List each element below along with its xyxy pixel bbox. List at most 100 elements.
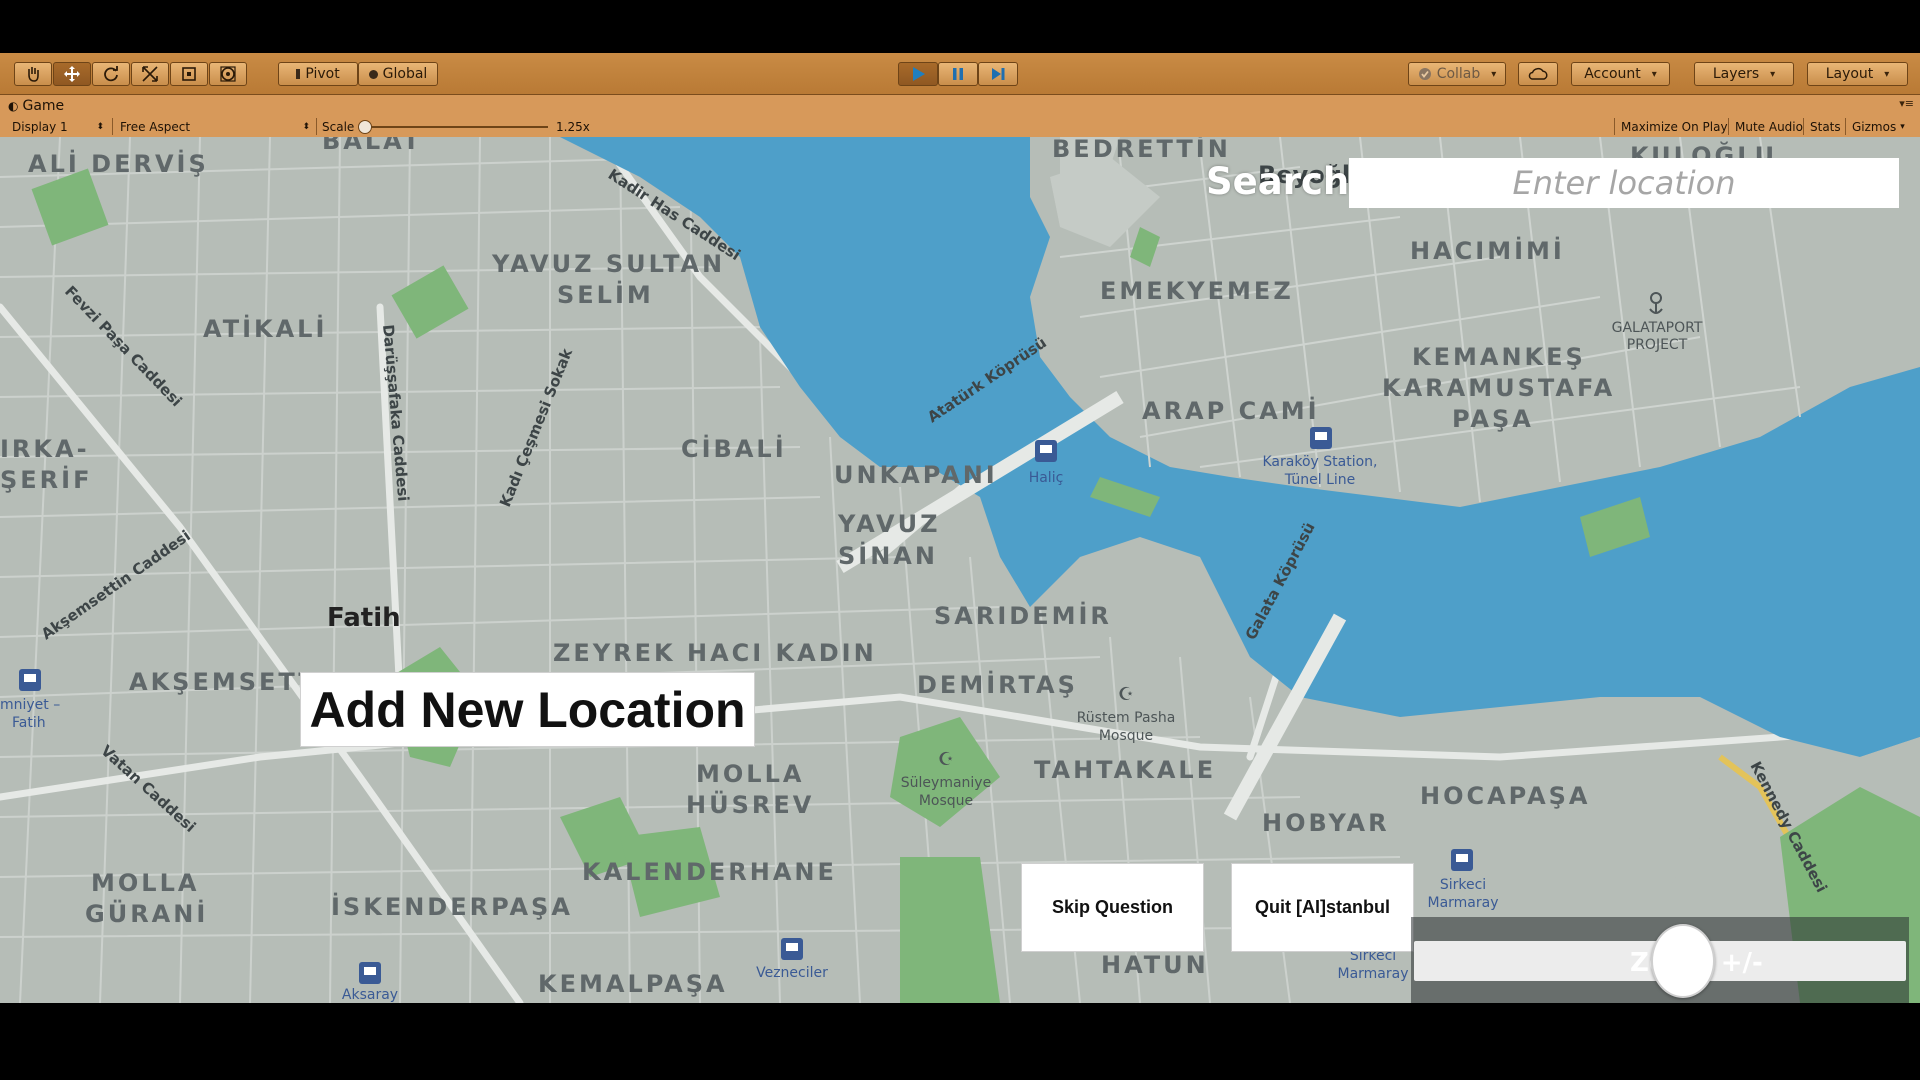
hand-icon [28, 67, 39, 82]
search-label: Search [1206, 160, 1350, 203]
layers-dropdown[interactable]: Layers [1694, 62, 1794, 86]
pause-button[interactable] [938, 62, 978, 86]
district-kemankes: KEMANKEŞ [1412, 343, 1586, 371]
display-select[interactable]: Display 1 ⬍ [12, 116, 104, 137]
vezneciler-station-icon [781, 938, 803, 960]
poi-karakoy-2: Tünel Line [1284, 472, 1356, 488]
editor-toolbar: Pivot Global Collab Account Layers Layou… [0, 53, 1920, 95]
aspect-select[interactable]: Free Aspect ⬍ [120, 116, 310, 137]
poi-sirkeci-2: Marmaray [1427, 895, 1498, 911]
district-gurani: GÜRANİ [85, 898, 208, 928]
move-tool-button[interactable] [53, 62, 91, 86]
district-aksemsett: AKŞEMSETT [129, 668, 318, 696]
transform-tool-button[interactable] [209, 62, 247, 86]
poi-sirkeci-1: Sirkeci [1440, 877, 1486, 893]
gizmos-label: Gizmos [1852, 119, 1897, 134]
aksaray-station-icon [359, 962, 381, 984]
game-tab-title: Game [22, 97, 65, 114]
mute-audio-toggle[interactable]: Mute Audio [1735, 116, 1803, 137]
globe-icon [368, 69, 378, 79]
add-new-location-button[interactable]: Add New Location [300, 672, 755, 747]
district-atikali: ATİKALİ [203, 314, 327, 343]
location-search-input[interactable] [1349, 158, 1899, 208]
district-serif: ŞERİF [0, 465, 92, 494]
poi-karakoy-1: Karaköy Station, [1263, 454, 1378, 470]
rect-tool-button[interactable] [170, 62, 208, 86]
district-karamustafa: KARAMUSTAFA [1382, 374, 1615, 402]
scale-tool-button[interactable] [131, 62, 169, 86]
rotate-icon [104, 66, 118, 82]
suleymaniye-mosque-icon: ☪ [938, 749, 954, 770]
account-dropdown[interactable]: Account [1571, 62, 1670, 86]
district-molla-2: MOLLA [91, 869, 199, 897]
rustem-mosque-icon: ☪ [1118, 684, 1134, 705]
layout-label: Layout [1825, 66, 1874, 82]
step-button[interactable] [978, 62, 1018, 86]
layout-dropdown[interactable]: Layout [1807, 62, 1908, 86]
poi-suleymaniye-2: Mosque [919, 793, 973, 809]
stats-toggle[interactable]: Stats [1810, 116, 1841, 137]
maximize-on-play-toggle[interactable]: Maximize On Play [1621, 116, 1728, 137]
game-tab[interactable]: ◐ Game [8, 97, 64, 114]
poi-aksaray: Aksaray [342, 987, 398, 1003]
poi-emniyet-2: Fatih [12, 715, 46, 731]
district-yavuz: YAVUZ [837, 510, 941, 538]
collab-label: Collab [1436, 66, 1481, 82]
district-demirtas: DEMİRTAŞ [917, 670, 1078, 699]
game-view-icon: ◐ [8, 98, 19, 113]
display-chevron-icon: ⬍ [96, 121, 104, 132]
hand-tool-button[interactable] [14, 62, 52, 86]
scale-slider-handle[interactable] [358, 120, 372, 134]
poi-suleymaniye-1: Süleymaniye [901, 775, 991, 791]
poi-sirkeci-4: Marmaray [1337, 966, 1408, 982]
pivot-toggle[interactable]: Pivot [278, 62, 358, 86]
district-saridemir: SARIDEMİR [934, 601, 1112, 630]
poi-halic: Haliç [1029, 470, 1064, 486]
district-yavuz-sultan: YAVUZ SULTAN [491, 250, 725, 278]
pause-icon [953, 68, 963, 80]
global-toggle[interactable]: Global [358, 62, 438, 86]
district-iskenderpasa: İSKENDERPAŞA [331, 892, 573, 921]
district-haci-kadin: HACI KADIN [687, 639, 877, 667]
district-pasa: PAŞA [1452, 405, 1534, 433]
skip-question-button[interactable]: Skip Question [1021, 863, 1204, 952]
top-letterbox [0, 0, 1920, 53]
game-view-controls: Display 1 ⬍ Free Aspect ⬍ Scale 1.25x Ma… [0, 116, 1920, 138]
play-button[interactable] [898, 62, 938, 86]
aspect-chevron-icon: ⬍ [302, 121, 310, 132]
poi-galataport-1: GALATAPORT [1612, 320, 1703, 336]
poi-galataport-2: PROJECT [1627, 337, 1688, 353]
district-molla: MOLLA [696, 760, 804, 788]
poi-fatih: Fatih [327, 603, 401, 633]
aspect-value: Free Aspect [120, 119, 191, 134]
district-balat: BALAT [322, 137, 422, 155]
game-viewport[interactable]: ALİ DERVİŞ BALAT BEDRETTİN KULOĞLU YAVUZ… [0, 137, 1920, 1003]
tab-menu-icon[interactable]: ▾≡ [1899, 97, 1914, 110]
poi-rustem-1: Rüstem Pasha [1077, 710, 1176, 726]
quit-button[interactable]: Quit [AI]stanbul [1231, 863, 1414, 952]
collab-dropdown[interactable]: Collab [1408, 62, 1506, 86]
district-ali-dervis: ALİ DERVİŞ [28, 149, 209, 178]
istanbul-map[interactable]: ALİ DERVİŞ BALAT BEDRETTİN KULOĞLU YAVUZ… [0, 137, 1920, 1003]
halic-station-icon [1035, 440, 1057, 462]
scale-icon [142, 66, 158, 82]
poi-rustem-2: Mosque [1099, 728, 1153, 744]
scale-slider-track[interactable] [364, 126, 548, 128]
rotate-tool-button[interactable] [92, 62, 130, 86]
check-icon [1418, 68, 1431, 80]
district-sinan: SİNAN [838, 541, 938, 570]
district-irka: IRKA- [0, 435, 90, 463]
pivot-label: Pivot [305, 66, 340, 82]
district-arap-cami: ARAP CAMİ [1142, 396, 1320, 425]
district-unkapani: UNKAPANI [834, 461, 998, 489]
scale-value: 1.25x [556, 119, 590, 134]
zoom-slider-handle[interactable] [1651, 924, 1715, 998]
cloud-button[interactable] [1518, 62, 1558, 86]
district-emekyemez: EMEKYEMEZ [1100, 277, 1294, 305]
bottom-letterbox [0, 1003, 1920, 1080]
gizmos-chevron-icon: ▾ [1900, 121, 1905, 132]
district-kemalpasa: KEMALPAŞA [538, 970, 728, 998]
gizmos-dropdown[interactable]: Gizmos ▾ [1852, 116, 1905, 137]
scale-label: Scale [322, 119, 355, 134]
transform-icon [220, 66, 236, 82]
